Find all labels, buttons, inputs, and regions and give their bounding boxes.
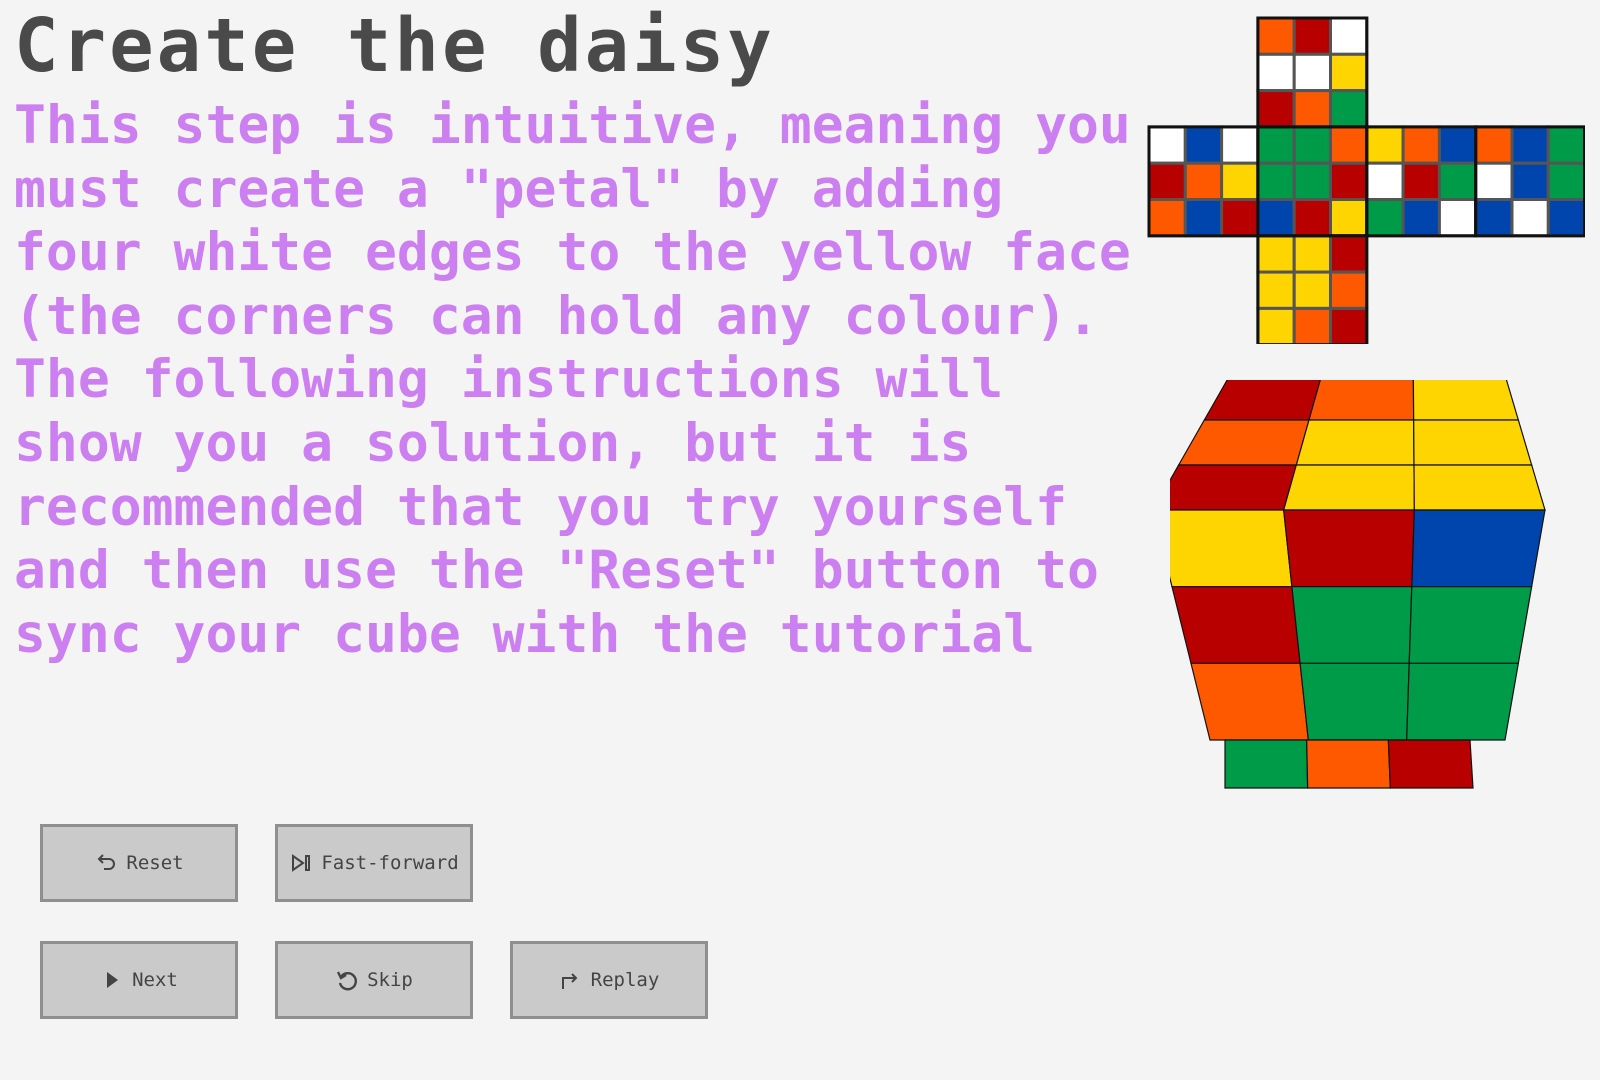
cube-top-sticker (1412, 380, 1520, 421)
cube-front-sticker (1299, 662, 1410, 741)
net-sticker-down (1329, 234, 1369, 274)
play-icon (100, 968, 124, 992)
next-button[interactable]: Next (40, 941, 238, 1019)
cube-bottom-sticker (1224, 739, 1309, 789)
cube-3d-view (1170, 380, 1546, 789)
net-sticker-front (1292, 161, 1332, 201)
skip-button-label: Skip (367, 969, 413, 991)
fast-forward-button[interactable]: Fast-forward (275, 824, 473, 902)
net-sticker-back (1510, 198, 1550, 238)
net-sticker-back (1474, 125, 1514, 165)
net-sticker-right (1437, 198, 1478, 238)
cube-top-sticker (1203, 380, 1321, 421)
cube-front-sticker (1170, 509, 1293, 588)
cube-front-sticker (1282, 509, 1415, 588)
net-sticker-back (1546, 125, 1585, 165)
rotate-icon (335, 968, 359, 992)
net-sticker-back (1510, 161, 1550, 201)
net-sticker-back (1510, 125, 1550, 165)
net-sticker-up (1292, 89, 1332, 129)
skip-button[interactable]: Skip (275, 941, 473, 1019)
net-sticker-down (1256, 234, 1296, 274)
net-sticker-right (1401, 198, 1441, 238)
net-sticker-down (1292, 306, 1332, 344)
instructions-text: This step is intuitive, meaning you must… (14, 94, 1139, 666)
instructions-paragraph-1: This step is intuitive, meaning you must… (14, 95, 1131, 347)
net-sticker-left (1183, 161, 1224, 201)
net-sticker-front (1256, 161, 1296, 201)
cube-bottom-sticker (1306, 739, 1391, 789)
fast-forward-button-label: Fast-forward (321, 852, 459, 874)
net-sticker-front (1256, 125, 1296, 165)
net-sticker-front (1256, 198, 1296, 238)
reset-button[interactable]: Reset (40, 824, 238, 902)
net-sticker-back (1546, 161, 1585, 201)
net-sticker-back (1474, 198, 1514, 238)
cube-front-sticker (1171, 586, 1301, 664)
net-sticker-right (1365, 125, 1405, 165)
net-sticker-up (1256, 89, 1296, 129)
net-sticker-right (1437, 161, 1478, 201)
net-sticker-up (1329, 16, 1369, 56)
net-sticker-down (1256, 306, 1296, 344)
net-sticker-back (1474, 161, 1514, 201)
net-sticker-front (1292, 198, 1332, 238)
cube-top-sticker (1295, 419, 1415, 466)
net-sticker-up (1292, 52, 1332, 93)
net-sticker-down (1329, 306, 1369, 344)
undo-arrow-icon (94, 851, 118, 875)
cube-top-sticker (1170, 464, 1298, 511)
skip-forward-icon (289, 851, 313, 875)
net-sticker-right (1365, 161, 1405, 201)
net-sticker-up (1329, 52, 1369, 93)
net-sticker-left (1183, 125, 1224, 165)
cube-top-sticker (1177, 419, 1310, 466)
net-sticker-right (1365, 198, 1405, 238)
next-button-label: Next (132, 969, 178, 991)
net-sticker-left (1220, 161, 1260, 201)
net-sticker-right (1401, 125, 1441, 165)
net-sticker-front (1329, 125, 1369, 165)
net-sticker-front (1329, 161, 1369, 201)
instructions-paragraph-2: The following instructions will show you… (14, 349, 1099, 665)
net-sticker-left (1147, 161, 1187, 201)
net-sticker-down (1292, 234, 1332, 274)
net-sticker-front (1329, 198, 1369, 238)
net-sticker-right (1401, 161, 1441, 201)
share-arrow-icon (559, 968, 583, 992)
net-sticker-right (1437, 125, 1478, 165)
net-sticker-front (1292, 125, 1332, 165)
net-sticker-left (1220, 198, 1260, 238)
net-sticker-left (1147, 198, 1187, 238)
cube-top-sticker (1282, 464, 1415, 511)
net-sticker-down (1292, 270, 1332, 310)
reset-button-label: Reset (126, 852, 184, 874)
cube-net-diagram (1147, 16, 1585, 344)
replay-button-label: Replay (590, 969, 660, 991)
net-sticker-up (1292, 16, 1332, 56)
cube-front-sticker (1411, 509, 1546, 588)
cube-front-sticker (1291, 586, 1413, 664)
cube-front-sticker (1406, 662, 1520, 741)
cube-front-sticker (1408, 586, 1533, 664)
net-sticker-left (1220, 125, 1260, 165)
net-sticker-left (1147, 125, 1187, 165)
net-sticker-up (1329, 89, 1369, 129)
net-sticker-left (1183, 198, 1224, 238)
cube-top-sticker (1308, 380, 1415, 421)
cube-front-sticker (1190, 662, 1310, 741)
net-sticker-down (1256, 270, 1296, 310)
net-sticker-up (1256, 52, 1296, 93)
cube-bottom-sticker (1387, 739, 1474, 789)
page-title: Create the daisy (14, 3, 775, 89)
cube-top-sticker (1413, 419, 1533, 466)
net-sticker-down (1329, 270, 1369, 310)
cube-top-sticker (1413, 464, 1546, 511)
net-sticker-up (1256, 16, 1296, 56)
net-sticker-back (1546, 198, 1585, 238)
replay-button[interactable]: Replay (510, 941, 708, 1019)
